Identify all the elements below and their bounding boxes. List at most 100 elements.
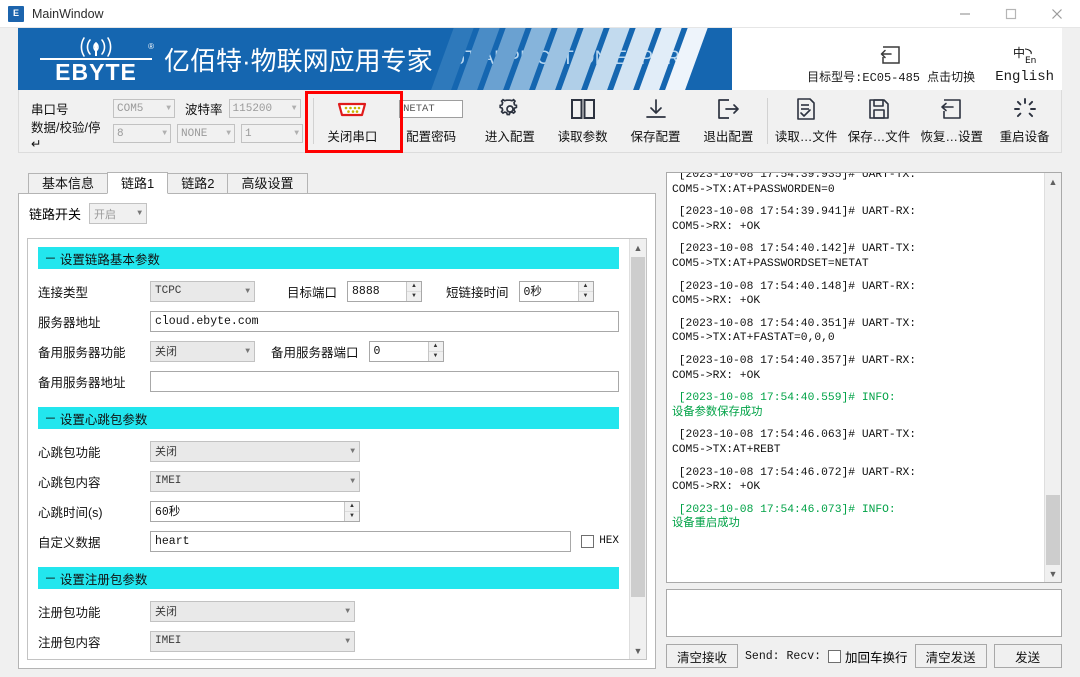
log-scrollbar[interactable]: ▲ ▼ [1044,173,1061,582]
section-basic-title: 设置链路基本参数 [60,249,160,268]
backup-server-function-label: 备用服务器功能 [38,342,150,361]
restore-settings-button[interactable]: 恢复…设置 [915,92,988,150]
close-icon[interactable] [1034,0,1080,28]
heartbeat-time-label: 心跳时间(s) [38,502,150,521]
log-gap [672,197,1040,205]
clear-send-button[interactable]: 清空发送 [915,644,987,668]
register-function-label: 注册包功能 [38,602,150,621]
log-line-head: [2023-10-08 17:54:40.559]# INFO: [672,391,1040,406]
heartbeat-time-value: 60秒 [151,503,344,519]
row-server-address: 服务器地址 cloud.ebyte.com [38,309,619,333]
minimize-icon[interactable] [942,0,988,28]
clear-receive-button[interactable]: 清空接收 [666,644,738,668]
data-bits-value: 8 [117,128,159,140]
restart-device-button[interactable]: 重启设备 [988,92,1061,150]
heartbeat-hex-group[interactable]: HEX [581,535,619,548]
spinner-buttons[interactable]: ▲▼ [344,502,359,521]
language-switch-button[interactable]: 中 En English [995,43,1054,85]
short-connection-spinner[interactable]: 0秒 ▲▼ [519,281,594,302]
register-function-value: 关闭 [155,603,345,619]
register-function-select[interactable]: 关闭 ▼ [150,601,355,622]
spinner-buttons[interactable]: ▲▼ [578,282,593,301]
save-config-button[interactable]: 保存配置 [619,92,692,150]
log-gap [672,234,1040,242]
scrollbar-thumb[interactable] [631,257,645,597]
log-line-body: COM5->RX: +OK [672,294,1040,309]
tab-link2[interactable]: 链路2 [167,173,228,194]
section-dash-icon: ─ [46,411,55,425]
maximize-icon[interactable] [988,0,1034,28]
send-input[interactable] [666,589,1062,637]
spin-up-icon[interactable]: ▲ [579,282,593,292]
spin-up-icon[interactable]: ▲ [345,502,359,512]
model-switch-button[interactable]: 目标型号:EC05-485 点击切换 [807,42,975,85]
baud-rate-select[interactable]: 115200 ▼ [229,99,301,118]
heartbeat-function-select[interactable]: 关闭 ▼ [150,441,360,462]
heartbeat-content-select[interactable]: IMEI ▼ [150,471,360,492]
spin-down-icon[interactable]: ▼ [407,292,421,301]
scroll-down-icon[interactable]: ▼ [1045,565,1061,582]
connection-type-select[interactable]: TCPC ▼ [150,281,255,302]
target-port-spinner[interactable]: 8888 ▲▼ [347,281,422,302]
logo-wordmark: EBYTE [40,58,152,83]
serial-port-select[interactable]: COM5 ▼ [113,99,175,118]
link-switch-label: 链路开关 [29,204,81,223]
spin-up-icon[interactable]: ▲ [407,282,421,292]
spin-up-icon[interactable]: ▲ [429,342,443,352]
backup-server-function-select[interactable]: 关闭 ▼ [150,341,255,362]
log-output-area[interactable]: [2023-10-08 17:54:39.935]# UART-TX:COM5-… [666,172,1062,583]
close-serial-port-label: 关闭串口 [327,126,377,145]
send-counter-label: Send: [745,650,780,663]
data-bits-select[interactable]: 8 ▼ [113,124,171,143]
scroll-up-icon[interactable]: ▲ [1045,173,1061,190]
spinner-buttons[interactable]: ▲▼ [428,342,443,361]
config-password-button[interactable]: NETAT 配置密码 [389,92,474,150]
tab-advanced-settings[interactable]: 高级设置 [227,173,307,194]
server-address-input[interactable]: cloud.ebyte.com [150,311,619,332]
config-password-field[interactable]: NETAT [399,97,463,121]
crlf-option[interactable]: 加回车换行 [828,647,908,666]
spin-down-icon[interactable]: ▼ [429,352,443,361]
backup-server-address-label: 备用服务器地址 [38,372,150,391]
log-line-body: 设备重启成功 [672,517,1040,532]
read-params-button[interactable]: 读取参数 [546,92,619,150]
scroll-down-icon[interactable]: ▼ [630,642,646,659]
heartbeat-custom-input[interactable]: heart [150,531,571,552]
settings-scrollbar[interactable]: ▲ ▼ [629,239,646,659]
switch-model-icon [879,42,903,68]
backup-server-address-input[interactable] [150,371,619,392]
spinner-buttons[interactable]: ▲▼ [406,282,421,301]
heartbeat-hex-checkbox[interactable] [581,535,594,548]
app-icon: E [8,6,24,22]
recv-counter-label: Recv: [787,650,822,663]
register-content-select[interactable]: IMEI ▼ [150,631,355,652]
section-register-params: ─ 设置注册包参数 注册包功能 关闭 ▼ 注 [38,567,619,660]
parity-select[interactable]: NONE ▼ [177,124,235,143]
read-file-button[interactable]: 读取…文件 [770,92,843,150]
save-file-label: 保存…文件 [848,126,911,145]
save-file-button[interactable]: 保存…文件 [843,92,916,150]
heartbeat-time-spinner[interactable]: 60秒 ▲▼ [150,501,360,522]
log-panel: [2023-10-08 17:54:39.935]# UART-TX:COM5-… [666,172,1062,669]
row-backup-server: 备用服务器功能 关闭 ▼ 备用服务器端口 0 ▲▼ [38,339,619,363]
tab-basic-info[interactable]: 基本信息 [28,173,108,194]
spin-down-icon[interactable]: ▼ [579,292,593,301]
chevron-down-icon: ▼ [350,477,355,486]
send-button[interactable]: 发送 [994,644,1062,668]
banner-title-cn: 亿佰特·物联网应用专家 [164,41,433,78]
enter-config-button[interactable]: 进入配置 [473,92,546,150]
link-switch-select[interactable]: 开启 ▼ [89,203,147,224]
log-line-head: [2023-10-08 17:54:40.148]# UART-RX: [672,280,1040,295]
backup-server-port-spinner[interactable]: 0 ▲▼ [369,341,444,362]
exit-config-button[interactable]: 退出配置 [692,92,765,150]
tab-link1[interactable]: 链路1 [107,172,168,194]
stop-bits-select[interactable]: 1 ▼ [241,124,303,143]
scroll-up-icon[interactable]: ▲ [630,239,646,256]
section-heartbeat-title: 设置心跳包参数 [60,409,148,428]
application-window: E MainWindow [0,0,1080,677]
crlf-checkbox[interactable] [828,650,841,663]
log-gap [672,272,1040,280]
spin-down-icon[interactable]: ▼ [345,512,359,521]
close-serial-port-button[interactable]: 关闭串口 [316,92,389,150]
language-icon: 中 En [1012,43,1038,69]
